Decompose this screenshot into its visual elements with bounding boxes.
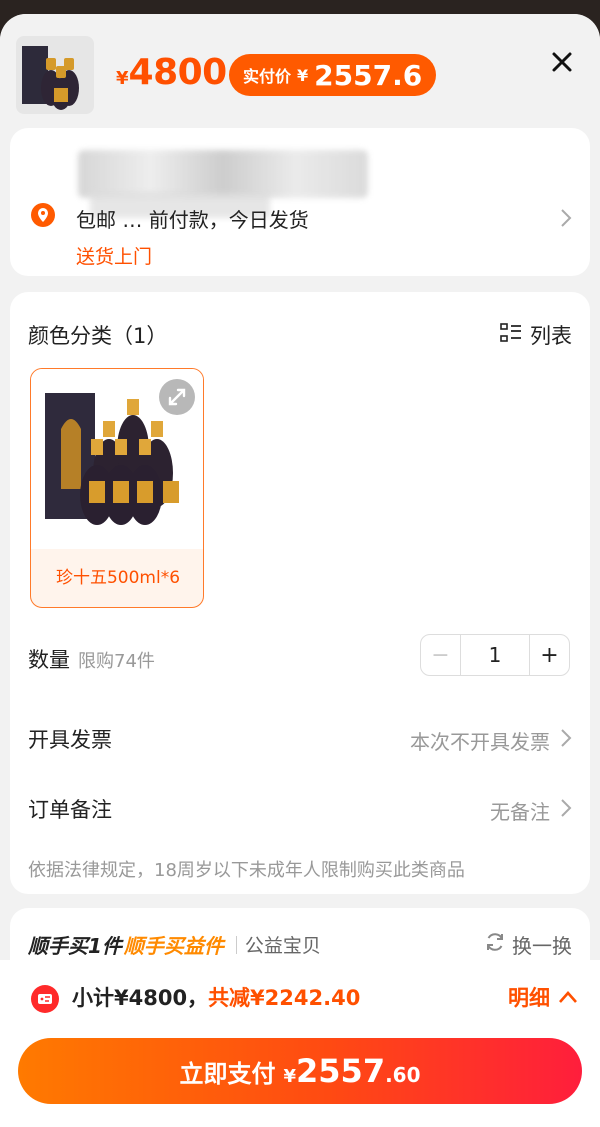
delivery-method: 送货上门 [76, 246, 153, 268]
pay-now-button[interactable]: 立即支付 ¥ 2557 .60 [18, 1038, 582, 1104]
pay-label: 立即支付 [179, 1060, 276, 1088]
recommend-title: 顺手买1件 顺手买益件 公益宝贝 [28, 930, 321, 959]
quantity-limit: 限购74件 [78, 651, 155, 672]
detail-toggle[interactable]: 明细 [508, 982, 578, 1012]
quantity-label: 数量 [28, 648, 70, 672]
list-label: 列表 [530, 324, 572, 348]
pay-amount-integer: 2557 [296, 1052, 386, 1090]
product-price: ¥4800 [116, 52, 227, 93]
quantity-minus-button[interactable]: − [421, 635, 461, 675]
sheet-header: ¥4800 实付价 ¥2557.6 [0, 14, 600, 126]
sku-option[interactable]: 珍十五500ml*6 [30, 368, 204, 608]
detail-label: 明细 [508, 986, 550, 1010]
invoice-value[interactable]: 本次不开具发票 [410, 726, 550, 755]
subtotal-amount: 小计¥4800， [72, 986, 209, 1010]
invoice-label: 开具发票 [28, 728, 112, 752]
price-amount: 4800 [128, 52, 228, 93]
refresh-icon [484, 931, 506, 958]
redacted-address-block [78, 150, 368, 198]
pay-amount-decimal: .60 [385, 1063, 421, 1087]
expand-image-icon[interactable] [159, 379, 195, 415]
spec-title: 颜色分类（1） [28, 324, 168, 348]
order-note-label: 订单备注 [28, 798, 112, 822]
legal-notice: 依据法律规定，18周岁以下未成年人限制购买此类商品 [28, 860, 465, 881]
real-price-amount: 2557.6 [314, 58, 423, 92]
bottom-bar: 小计¥4800，共减¥2242.40 明细 立即支付 ¥ 2557 .60 [0, 960, 600, 1127]
recommend-title-a: 顺手买1件 [28, 934, 122, 958]
real-price-currency: ¥ [297, 65, 309, 85]
list-icon [500, 322, 522, 348]
address-shipping-text: 包邮 … 前付款，今日发货 [76, 208, 309, 232]
pay-currency: ¥ [283, 1066, 297, 1087]
quantity-stepper[interactable]: − 1 + [420, 634, 570, 676]
list-view-toggle[interactable]: 列表 [500, 320, 572, 350]
address-card[interactable]: 包邮 … 前付款，今日发货 送货上门 [10, 128, 590, 276]
divider [235, 935, 237, 954]
coupon-icon [30, 984, 60, 1014]
order-note-value[interactable]: 无备注 [490, 796, 550, 825]
total-discount: 共减¥2242.40 [208, 986, 361, 1010]
swap-button[interactable]: 换一换 [484, 930, 572, 959]
recommend-tag: 公益宝贝 [244, 935, 321, 957]
location-pin-icon [30, 202, 56, 228]
price-currency: ¥ [116, 68, 129, 89]
subtotal: 小计¥4800，共减¥2242.40 [72, 982, 360, 1012]
chevron-right-icon [560, 208, 572, 228]
product-thumbnail[interactable] [16, 36, 94, 114]
chevron-right-icon [560, 798, 572, 818]
recommend-title-b: 顺手买益件 [123, 934, 224, 958]
chevron-up-icon [558, 985, 578, 1009]
real-price-badge: 实付价 ¥2557.6 [229, 54, 437, 96]
spec-card: 颜色分类（1） 列表 珍十五500ml*6 数量 限购74件 − 1 + 开具发… [10, 292, 590, 894]
close-icon[interactable] [546, 46, 578, 78]
real-price-label: 实付价 [243, 67, 292, 86]
sku-option-label: 珍十五500ml*6 [55, 568, 181, 588]
chevron-right-icon [560, 728, 572, 748]
purchase-sheet: ¥4800 实付价 ¥2557.6 包邮 … 前付款，今日发货 送货上门 颜色分… [0, 14, 600, 1127]
quantity-value[interactable]: 1 [461, 635, 529, 675]
swap-label: 换一换 [512, 934, 572, 958]
quantity-row: 数量 限购74件 [28, 644, 155, 674]
quantity-plus-button[interactable]: + [529, 635, 569, 675]
